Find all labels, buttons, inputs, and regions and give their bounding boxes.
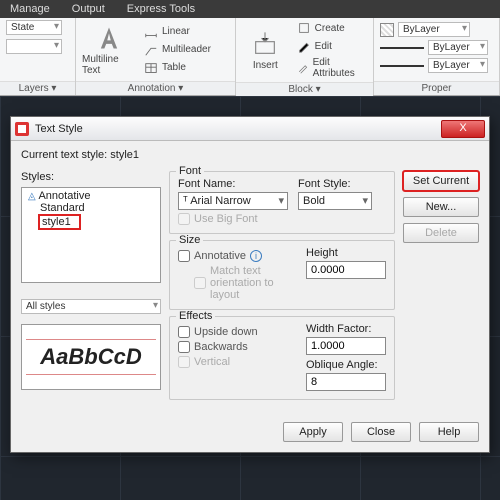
app-icon [15, 122, 29, 136]
ribbon-tabstrip: Manage Output Express Tools [0, 0, 500, 18]
tab-output[interactable]: Output [68, 2, 109, 18]
style-item-selected[interactable]: style1 [38, 214, 81, 230]
multileader-button[interactable]: Multileader [142, 42, 213, 58]
close-dialog-button[interactable]: Close [351, 422, 411, 442]
use-big-font-checkbox: Use Big Font [178, 213, 386, 225]
width-factor-label: Width Factor: [306, 323, 386, 335]
layer-state-dropdown[interactable]: State [6, 20, 62, 35]
styles-label: Styles: [21, 171, 161, 183]
panel-layers: State Layers ▾ [0, 18, 76, 95]
backwards-checkbox[interactable]: Backwards [178, 341, 296, 353]
panel-title-annotation[interactable]: Annotation ▾ [76, 81, 235, 95]
ribbon: State Layers ▾ Multiline Text Linear Mul… [0, 18, 500, 96]
size-group: Size Annotative i Match text orientation… [169, 240, 395, 310]
insert-button[interactable]: Insert [242, 30, 289, 71]
tab-manage[interactable]: Manage [6, 2, 54, 18]
font-name-label: Font Name: [178, 178, 288, 190]
styles-listbox[interactable]: Annotative Standard style1 [21, 187, 161, 283]
current-style-label: Current text style: style1 [21, 149, 479, 161]
linetype-dropdown[interactable]: ByLayer [428, 58, 488, 73]
linear-icon [144, 25, 158, 39]
table-button[interactable]: Table [142, 60, 213, 76]
help-button[interactable]: Help [419, 422, 479, 442]
font-style-dropdown[interactable]: Bold [298, 192, 372, 210]
upside-down-checkbox[interactable]: Upside down [178, 326, 296, 338]
close-button[interactable]: X [441, 120, 485, 138]
style-filter-dropdown[interactable]: All styles [21, 299, 161, 314]
style-item-standard[interactable]: Standard [26, 202, 156, 214]
panel-properties: ByLayer ByLayer ByLayer Proper [374, 18, 500, 95]
insert-icon [251, 30, 279, 58]
annotative-checkbox[interactable]: Annotative i [178, 250, 296, 262]
create-icon [297, 21, 311, 35]
panel-title-block[interactable]: Block ▾ [236, 82, 373, 96]
edit-attributes-button[interactable]: Edit Attributes [295, 56, 367, 80]
oblique-angle-label: Oblique Angle: [306, 359, 386, 371]
width-factor-input[interactable] [306, 337, 386, 355]
color-swatch[interactable] [380, 23, 394, 37]
apply-button[interactable]: Apply [283, 422, 343, 442]
color-bylayer-dropdown[interactable]: ByLayer [398, 22, 470, 37]
info-icon[interactable]: i [250, 250, 262, 262]
linear-button[interactable]: Linear [142, 24, 213, 40]
style-preview: AaBbCcD [21, 324, 161, 390]
edit-block-button[interactable]: Edit [295, 38, 367, 54]
dialog-title: Text Style [35, 123, 435, 135]
panel-title-layers[interactable]: Layers ▾ [0, 81, 75, 95]
font-style-label: Font Style: [298, 178, 372, 190]
effects-group: Effects Upside down Backwards Vertical W… [169, 316, 395, 400]
tab-express-tools[interactable]: Express Tools [123, 2, 199, 18]
oblique-angle-input[interactable] [306, 373, 386, 391]
match-orientation-checkbox: Match text orientation to layout [178, 265, 296, 301]
height-label: Height [306, 247, 386, 259]
panel-block: Insert Create Edit Edit Attributes Block… [236, 18, 374, 95]
create-block-button[interactable]: Create [295, 20, 367, 36]
linetype-swatch [380, 65, 424, 67]
font-name-dropdown[interactable]: ᵀ Arial Narrow [178, 192, 288, 210]
style-item-annotative[interactable]: Annotative [26, 190, 156, 202]
edit-icon [297, 39, 311, 53]
lineweight-swatch [380, 47, 424, 49]
new-style-button[interactable]: New... [403, 197, 479, 217]
table-icon [144, 61, 158, 75]
panel-annotation: Multiline Text Linear Multileader Table … [76, 18, 236, 95]
layer-color-dropdown[interactable] [6, 39, 62, 54]
lineweight-dropdown[interactable]: ByLayer [428, 40, 488, 55]
text-a-icon [95, 24, 123, 52]
multiline-text-button[interactable]: Multiline Text [82, 24, 136, 76]
vertical-checkbox: Vertical [178, 356, 296, 368]
height-input[interactable] [306, 261, 386, 279]
font-group: Font Font Name: ᵀ Arial Narrow Font Styl… [169, 171, 395, 234]
multileader-icon [144, 43, 158, 57]
attr-icon [297, 61, 309, 75]
set-current-button[interactable]: Set Current [403, 171, 479, 191]
delete-style-button: Delete [403, 223, 479, 243]
dialog-titlebar[interactable]: Text Style X [11, 117, 489, 141]
text-style-dialog: Text Style X Current text style: style1 … [10, 116, 490, 453]
panel-title-properties[interactable]: Proper [374, 81, 499, 95]
